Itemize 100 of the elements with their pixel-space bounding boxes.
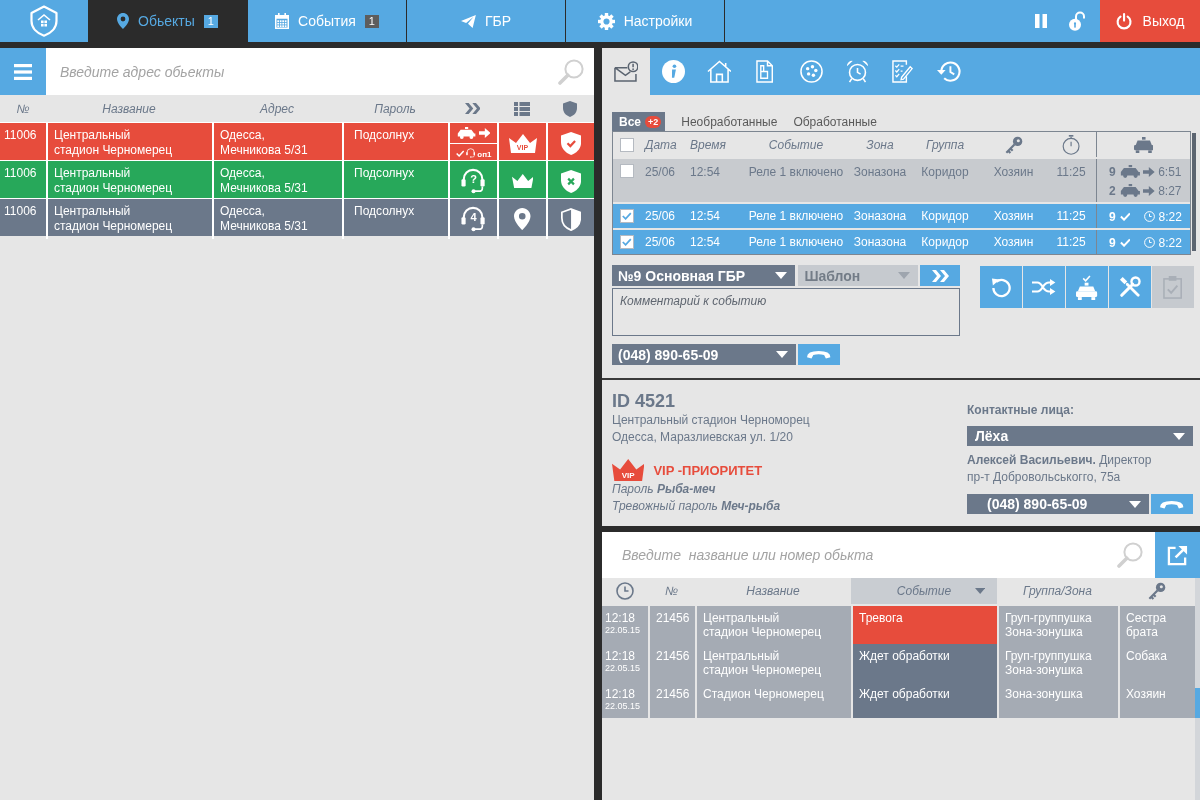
event-cell: Ждет обработки: [851, 682, 997, 718]
pause-icon: [1035, 14, 1047, 28]
scrollbar-thumb[interactable]: [1195, 688, 1200, 718]
priority-label: VIP -ПРИОРИТЕТ: [653, 462, 763, 478]
event-cell: Ждет обработки: [851, 644, 997, 682]
phone-icon: [807, 350, 831, 359]
search-field[interactable]: Введите адрес обьекты: [46, 48, 594, 95]
scrollbar[interactable]: [1195, 578, 1200, 800]
arrow-icon: [1143, 185, 1156, 196]
crew-number: 9: [1109, 209, 1116, 224]
checkbox[interactable]: [620, 235, 634, 249]
logout-button[interactable]: Выход: [1100, 0, 1200, 42]
tools-button[interactable]: [1109, 266, 1151, 308]
table-cell-text: 12:54: [689, 208, 722, 225]
shield-cross-icon: [560, 169, 582, 193]
search-icon: [1117, 542, 1143, 568]
scrollbar[interactable]: [1192, 133, 1196, 251]
forward-button[interactable]: [920, 265, 960, 286]
object-row[interactable]: 11006 Центральный стадион Черномерец Одесса, Мечникова 5/31 Подсолнух 4: [0, 198, 594, 236]
table-cell-text: Хозяин: [992, 208, 1035, 225]
checkbox[interactable]: [620, 137, 634, 152]
refresh-button[interactable]: [980, 266, 1022, 308]
column-header[interactable]: Событие: [851, 578, 997, 604]
count-badge: 1: [364, 14, 379, 28]
contact-dropdown[interactable]: Лёха: [967, 426, 1193, 446]
car-icon: [1119, 165, 1141, 178]
crew-dropdown[interactable]: №9 Основная ГБР: [612, 265, 796, 286]
table-cell: Груп-группушка Зона-зонушка: [997, 644, 1118, 682]
open-external-button[interactable]: [1155, 532, 1200, 578]
caret-icon: [1173, 432, 1185, 440]
table-cell: Центральный стадион Черномерец: [695, 644, 851, 682]
table-cell-text: 25/06: [644, 234, 677, 251]
table-cell: Одесса, Мечникова 5/31: [212, 199, 342, 239]
alarm-password-text: Тревожный пароль Меч-рыба: [612, 498, 782, 515]
filter-tab[interactable]: Все +2: [612, 112, 666, 131]
table-cell-text: Коридор: [920, 164, 970, 181]
filter-tab[interactable]: Необработанные: [673, 112, 786, 131]
contact-person: Алексей Васильевич. Директор: [967, 452, 1153, 469]
event-row[interactable]: 25/06 12:54 Реле 1 включено Зоназона Коридор Хозяин 11:25 9 6:51 2 8:27: [613, 157, 1190, 202]
double-chevron-icon: [464, 103, 481, 114]
shuffle-button[interactable]: [1023, 266, 1065, 308]
event-row[interactable]: 25/06 12:54 Реле 1 включено Зоназона Коридор Хозяин 11:25 9 8:22: [613, 228, 1190, 254]
event-row[interactable]: 25/06 12:54 Реле 1 включено Зоназона Коридор Хозяин 11:25 9 8:22: [613, 202, 1190, 228]
call-button[interactable]: [1151, 494, 1193, 514]
list-icon: [513, 101, 530, 116]
caret-icon: [1129, 500, 1141, 508]
table-cell-text: 12:54: [689, 234, 722, 251]
crew-number: 9: [1109, 235, 1116, 250]
caret-icon: [776, 351, 788, 358]
car-icon: [456, 126, 476, 139]
check-icon: [1119, 238, 1131, 247]
clock-icon: [1144, 237, 1156, 248]
contact-address: пр-т Добровольськогго, 75а: [967, 469, 1122, 486]
phone-dropdown[interactable]: (048) 890-65-09: [612, 344, 796, 365]
filter-tab[interactable]: Обработанные: [785, 112, 885, 131]
clipboard-check-icon: [1163, 275, 1183, 299]
key-icon: [1147, 582, 1166, 600]
search-input[interactable]: Введите название или номер обькта: [622, 543, 1117, 567]
checkbox[interactable]: [620, 164, 634, 178]
table-cell-text: Реле 1 включено: [747, 208, 845, 225]
column-header[interactable]: Название: [695, 578, 851, 604]
table-cell: Груп-группушка Зона-зонушка: [997, 606, 1118, 644]
headset-icon: [461, 168, 486, 194]
column-header: Пароль: [373, 101, 417, 116]
search-field[interactable]: Введите название или номер обькта: [602, 532, 1155, 578]
column-header: Адрес: [258, 101, 295, 116]
time-text: 8:22: [1158, 209, 1182, 224]
phone-dropdown[interactable]: (048) 890-65-09: [967, 494, 1149, 514]
column-header: Группа: [924, 137, 966, 152]
column-header[interactable]: №: [648, 578, 695, 604]
time-text: 8:22: [1158, 235, 1182, 250]
crown-icon: [511, 174, 534, 188]
external-link-icon: [1167, 544, 1188, 566]
nav-tab[interactable]: Обьекты 1: [88, 0, 248, 42]
vip-label: VIP: [621, 472, 635, 480]
refresh-icon: [990, 276, 1012, 298]
table-cell-text: Хозяин: [992, 164, 1035, 181]
menu-icon: [14, 63, 32, 80]
table-cell-text: Реле 1 включено: [747, 164, 845, 181]
paper-plane-icon: [461, 14, 476, 28]
call-button[interactable]: [798, 344, 840, 365]
shield-logo-icon: [30, 5, 58, 37]
check-icon: [1119, 212, 1131, 221]
object-name: Центральный стадион Черноморец: [612, 412, 810, 429]
house-icon: [706, 60, 732, 83]
object-row[interactable]: 11006 Центральный стадион Черномерец Одесса, Мечникова 5/31 Подсолнух ?: [0, 160, 594, 198]
search-input[interactable]: Введите адрес обьекты: [60, 59, 558, 84]
car-button[interactable]: [1066, 266, 1108, 308]
column-header[interactable]: Группа/Зона: [997, 578, 1118, 604]
operator-mark: ?: [470, 173, 477, 185]
comment-field[interactable]: Комментарий к событию: [612, 288, 960, 336]
table-cell-text: 11:25: [1055, 208, 1087, 225]
password-text: Пароль Рыба-меч: [612, 481, 717, 498]
count-badge: 1: [203, 14, 218, 28]
menu-button[interactable]: [0, 48, 46, 95]
count-badge: +2: [645, 115, 662, 128]
stopwatch-icon: [1061, 134, 1081, 155]
dotted-circle-icon: [799, 60, 823, 83]
panel-tab[interactable]: [602, 48, 650, 95]
checkbox[interactable]: [620, 209, 634, 223]
